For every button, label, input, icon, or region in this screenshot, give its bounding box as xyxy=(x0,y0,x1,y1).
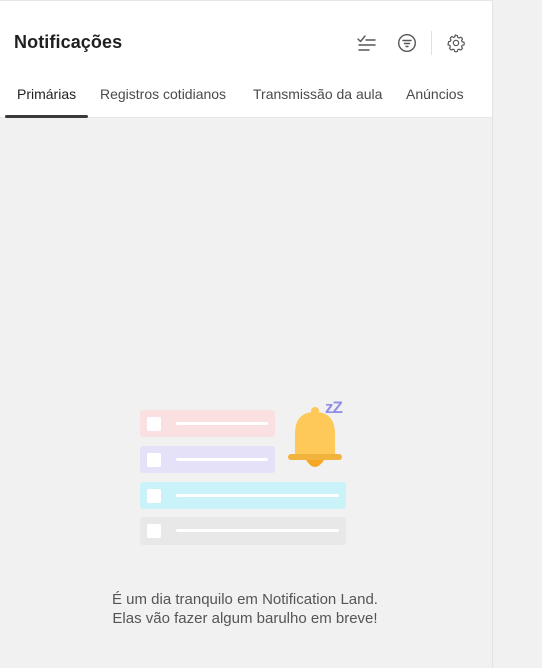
checklist-icon[interactable] xyxy=(355,31,379,55)
tab-transmissao-da-aula[interactable]: Transmissão da aula xyxy=(253,79,382,119)
page-title: Notificações xyxy=(14,32,123,52)
zz-label: zZ xyxy=(325,398,343,417)
right-background xyxy=(493,0,542,668)
empty-state-message: É um dia tranquilo em Notification Land.… xyxy=(112,591,378,627)
active-tab-indicator xyxy=(5,115,88,118)
sleeping-bell-illustration: zZ xyxy=(138,398,353,550)
tab-anuncios[interactable]: Anúncios xyxy=(406,79,464,119)
tab-registros-cotidianos[interactable]: Registros cotidianos xyxy=(100,79,226,119)
notifications-panel: Notificações Primárias Registros cotidia… xyxy=(0,0,493,668)
tab-primarias[interactable]: Primárias xyxy=(17,79,76,119)
gear-icon[interactable] xyxy=(444,31,468,55)
filter-icon[interactable] xyxy=(395,31,419,55)
notifications-header: Notificações Primárias Registros cotidia… xyxy=(0,0,492,118)
header-divider xyxy=(431,31,432,55)
notification-tabs: Primárias Registros cotidianos Transmiss… xyxy=(0,79,492,119)
